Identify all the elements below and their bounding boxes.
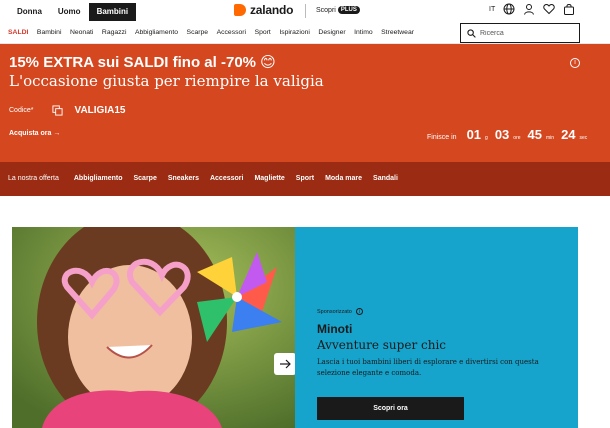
nav-item-designer[interactable]: Designer	[318, 29, 345, 36]
hero-panel: Sponsorizzato i Minoti Avventure super c…	[295, 227, 578, 428]
language-label[interactable]: IT	[489, 6, 495, 13]
tab-donna[interactable]: Donna	[9, 3, 50, 21]
countdown: Finisce in 01 g 03 ore 45 min 24 sec	[427, 127, 590, 142]
offer-item-accessori[interactable]: Accessori	[210, 175, 243, 182]
nav-item-scarpe[interactable]: Scarpe	[187, 29, 209, 36]
search-box[interactable]	[460, 23, 580, 43]
promo-code-label: Codice*	[9, 107, 34, 114]
copy-icon[interactable]	[51, 105, 63, 116]
category-nav-items: SALDI Bambini Neonati Ragazzi Abbigliame…	[8, 29, 423, 36]
tab-bambini[interactable]: Bambini	[88, 3, 137, 21]
offer-item-magliette[interactable]: Magliette	[254, 175, 284, 182]
offer-bar: La nostra offerta Abbigliamento Scarpe S…	[0, 162, 610, 196]
nav-item-ispirazioni[interactable]: Ispirazioni	[279, 29, 310, 36]
plus-link[interactable]: Scopri PLUS	[316, 6, 360, 14]
promo-code-row: Codice* VALIGIA15	[9, 105, 125, 116]
hero-description: Lascia i tuoi bambini liberi di esplorar…	[317, 358, 539, 377]
nav-item-bambini[interactable]: Bambini	[37, 29, 62, 36]
plus-badge: PLUS	[337, 6, 360, 14]
offer-item-sandali[interactable]: Sandali	[373, 175, 398, 182]
countdown-days: 01	[466, 127, 482, 142]
logo-text: zalando	[250, 3, 294, 17]
zalando-logo[interactable]: zalando	[234, 3, 293, 17]
countdown-hours-unit: ore	[513, 135, 521, 141]
divider	[305, 4, 306, 18]
offer-item-abbigliamento[interactable]: Abbigliamento	[74, 175, 123, 182]
countdown-minutes-unit: min	[546, 135, 555, 141]
discover-button[interactable]: Scopri ora	[317, 397, 464, 420]
nav-item-ragazzi[interactable]: Ragazzi	[102, 29, 127, 36]
buy-now-link[interactable]: Acquista ora →	[9, 130, 60, 137]
arrow-right-icon	[280, 359, 291, 369]
countdown-seconds-unit: sec	[579, 135, 588, 141]
sponsored-label: Sponsorizzato i	[317, 308, 363, 315]
next-slide-button[interactable]	[274, 353, 296, 375]
heart-icon[interactable]	[543, 3, 555, 15]
countdown-label: Finisce in	[427, 134, 457, 141]
promo-subheadline: L'occasione giusta per riempire la valig…	[9, 72, 324, 90]
globe-icon[interactable]	[503, 3, 515, 15]
sponsored-text: Sponsorizzato	[317, 308, 352, 315]
offer-title: La nostra offerta	[8, 175, 59, 182]
nav-item-abbigliamento[interactable]: Abbigliamento	[135, 29, 178, 36]
nav-item-intimo[interactable]: Intimo	[354, 29, 373, 36]
hero-title: Avventure super chic	[317, 338, 446, 352]
hero-photo	[12, 227, 295, 428]
countdown-hours: 03	[494, 127, 510, 142]
top-icons: IT	[489, 3, 575, 15]
search-icon	[467, 28, 476, 38]
tab-uomo[interactable]: Uomo	[50, 3, 89, 21]
offer-item-sport[interactable]: Sport	[296, 175, 314, 182]
offer-items: La nostra offerta Abbigliamento Scarpe S…	[8, 175, 409, 182]
countdown-seconds: 24	[561, 127, 576, 142]
nav-item-streetwear[interactable]: Streetwear	[381, 29, 414, 36]
search-input[interactable]	[480, 29, 570, 37]
offer-item-scarpe[interactable]: Scarpe	[133, 175, 156, 182]
zalando-logo-icon	[234, 4, 246, 16]
nav-item-neonati[interactable]: Neonati	[70, 29, 93, 36]
offer-item-moda-mare[interactable]: Moda mare	[325, 175, 362, 182]
sponsored-info-icon[interactable]: i	[355, 308, 363, 315]
promo-headline: 15% EXTRA sui SALDI fino al -70% 😊	[9, 54, 276, 71]
plus-link-label: Scopri	[316, 6, 336, 14]
offer-item-sneakers[interactable]: Sneakers	[168, 175, 199, 182]
countdown-minutes: 45	[527, 127, 542, 142]
nav-item-saldi[interactable]: SALDI	[8, 29, 28, 36]
top-bar: Donna Uomo Bambini zalando Scopri PLUS I…	[0, 0, 610, 24]
promo-banner: 15% EXTRA sui SALDI fino al -70% 😊 L'occ…	[0, 44, 610, 162]
nav-item-sport[interactable]: Sport	[255, 29, 271, 36]
info-icon[interactable]: i	[570, 58, 580, 68]
countdown-days-unit: g	[485, 135, 488, 141]
bag-icon[interactable]	[563, 3, 575, 15]
hero-brand: Minoti	[317, 322, 353, 336]
nav-item-accessori[interactable]: Accessori	[217, 29, 246, 36]
gender-tabs: Donna Uomo Bambini	[9, 3, 137, 21]
promo-code[interactable]: VALIGIA15	[75, 105, 126, 116]
hero-image[interactable]	[12, 227, 295, 428]
user-icon[interactable]	[523, 3, 535, 15]
